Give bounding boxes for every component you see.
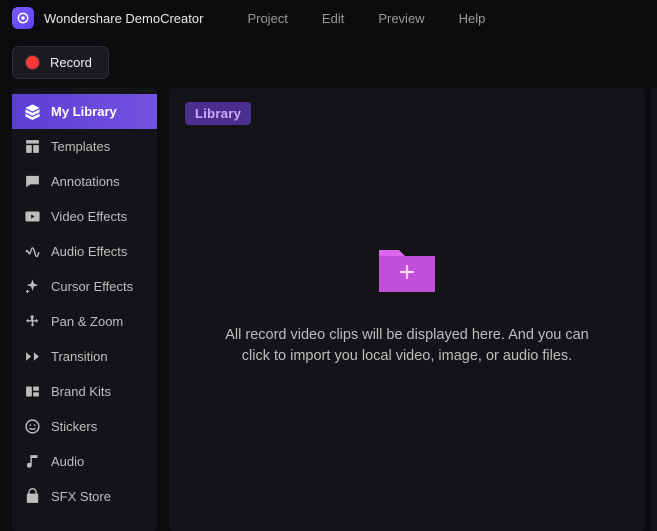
cursor-sparkle-icon	[24, 278, 41, 295]
sidebar-item-label: Pan & Zoom	[51, 314, 123, 329]
record-icon	[25, 55, 40, 70]
pan-zoom-icon	[24, 313, 41, 330]
empty-state: All record video clips will be displayed…	[169, 246, 645, 367]
sidebar-item-brand-kits[interactable]: Brand Kits	[12, 374, 157, 409]
sidebar-item-pan-zoom[interactable]: Pan & Zoom	[12, 304, 157, 339]
menu-project[interactable]: Project	[247, 11, 287, 26]
sidebar-item-stickers[interactable]: Stickers	[12, 409, 157, 444]
sidebar-item-label: Templates	[51, 139, 110, 154]
template-icon	[24, 138, 41, 155]
menu-help[interactable]: Help	[459, 11, 486, 26]
video-icon	[24, 208, 41, 225]
titlebar: Wondershare DemoCreator Project Edit Pre…	[0, 0, 657, 36]
layers-icon	[24, 103, 41, 120]
sidebar-item-label: Brand Kits	[51, 384, 111, 399]
menubar: Project Edit Preview Help	[247, 11, 485, 26]
annotation-icon	[24, 173, 41, 190]
sidebar-item-my-library[interactable]: My Library	[12, 94, 157, 129]
sidebar-item-label: Video Effects	[51, 209, 127, 224]
app-title: Wondershare DemoCreator	[44, 11, 203, 26]
sidebar-item-annotations[interactable]: Annotations	[12, 164, 157, 199]
sidebar-item-transition[interactable]: Transition	[12, 339, 157, 374]
sfx-bag-icon	[24, 488, 41, 505]
sidebar-item-label: Audio Effects	[51, 244, 127, 259]
sticker-icon	[24, 418, 41, 435]
menu-preview[interactable]: Preview	[378, 11, 424, 26]
content-panel: Library All record video clips will be d…	[169, 88, 645, 531]
folder-plus-icon	[379, 246, 435, 292]
audio-wave-icon	[24, 243, 41, 260]
sidebar: My Library Templates Annotations Video E…	[12, 88, 157, 531]
sidebar-item-cursor-effects[interactable]: Cursor Effects	[12, 269, 157, 304]
sidebar-item-label: Annotations	[51, 174, 120, 189]
sidebar-item-audio-effects[interactable]: Audio Effects	[12, 234, 157, 269]
toolbar: Record	[0, 36, 657, 88]
sidebar-item-label: My Library	[51, 104, 117, 119]
record-label: Record	[50, 55, 92, 70]
brand-kit-icon	[24, 383, 41, 400]
sidebar-item-label: Cursor Effects	[51, 279, 133, 294]
sidebar-item-audio[interactable]: Audio	[12, 444, 157, 479]
sidebar-item-label: Stickers	[51, 419, 97, 434]
right-gutter	[651, 88, 657, 531]
record-button[interactable]: Record	[12, 46, 109, 79]
sidebar-item-templates[interactable]: Templates	[12, 129, 157, 164]
sidebar-item-video-effects[interactable]: Video Effects	[12, 199, 157, 234]
sidebar-item-sfx-store[interactable]: SFX Store	[12, 479, 157, 514]
menu-edit[interactable]: Edit	[322, 11, 344, 26]
import-folder-button[interactable]	[379, 246, 435, 297]
sidebar-item-label: Transition	[51, 349, 108, 364]
sidebar-item-label: Audio	[51, 454, 84, 469]
music-note-icon	[24, 453, 41, 470]
transition-icon	[24, 348, 41, 365]
main-area: My Library Templates Annotations Video E…	[0, 88, 657, 531]
library-tag[interactable]: Library	[185, 102, 251, 125]
app-logo-icon	[12, 7, 34, 29]
sidebar-item-label: SFX Store	[51, 489, 111, 504]
empty-state-text: All record video clips will be displayed…	[217, 325, 597, 367]
